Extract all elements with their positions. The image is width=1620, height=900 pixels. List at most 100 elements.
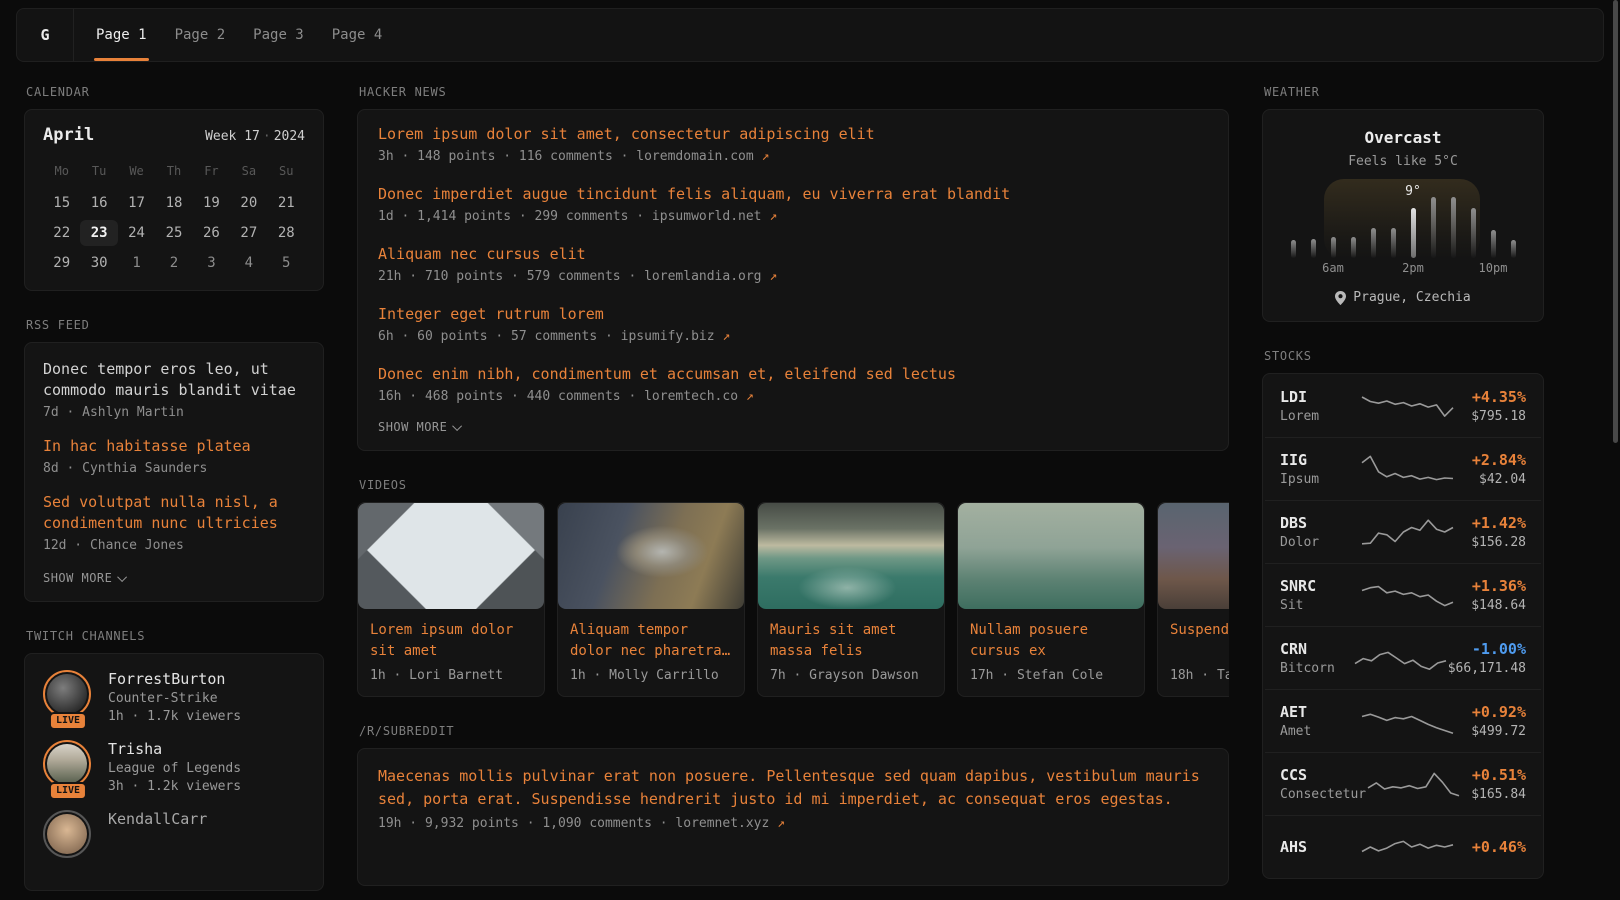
twitch-channel-row[interactable]: LIVETrishaLeague of Legends3h · 1.2k vie… [43, 740, 305, 794]
chevron-down-icon [452, 421, 462, 431]
rss-item-title[interactable]: In hac habitasse platea [43, 436, 305, 457]
videos-widget: VIDEOS Lorem ipsum dolor sit amet consec… [357, 478, 1229, 697]
stock-price: $156.28 [1455, 535, 1526, 550]
stock-row[interactable]: IIGIpsum+2.84%$42.04 [1265, 437, 1541, 500]
twitch-channel-meta: 3h · 1.2k viewers [108, 779, 241, 794]
sparkline-chart [1360, 515, 1455, 549]
rss-item-meta: 12d · Chance Jones [43, 538, 305, 553]
video-title[interactable]: Suspendisse diam [1158, 609, 1229, 662]
twitch-channel-name[interactable]: KendallCarr [108, 810, 207, 828]
rss-item: Sed volutpat nulla nisl, a condimentum n… [43, 492, 305, 553]
calendar-year: 2024 [274, 129, 305, 144]
subreddit-post-title[interactable]: Maecenas mollis pulvinar erat non posuer… [378, 765, 1208, 811]
stock-change-percent: +0.51% [1461, 766, 1526, 784]
weather-condition: Overcast [1279, 128, 1527, 147]
video-card[interactable]: Nullam posuere cursus ex17h · Stefan Col… [957, 502, 1145, 697]
calendar-weekday-header: Sa [230, 161, 267, 186]
stock-row[interactable]: SNRCSit+1.36%$148.64 [1265, 563, 1541, 626]
weather-location: Prague, Czechia [1279, 290, 1527, 305]
tab-page-1[interactable]: Page 1 [82, 9, 161, 61]
hackernews-item-title[interactable]: Integer eget rutrum lorem [378, 303, 1208, 325]
video-title[interactable]: Aliquam tempor dolor nec pharetra… [558, 609, 744, 662]
calendar-day: 19 [193, 190, 230, 216]
tab-page-2[interactable]: Page 2 [161, 9, 240, 61]
tab-page-3[interactable]: Page 3 [239, 9, 318, 61]
rss-item-title[interactable]: Sed volutpat nulla nisl, a condimentum n… [43, 492, 305, 534]
external-link-icon[interactable]: ↗ [722, 329, 730, 344]
twitch-channel-row[interactable]: LIVEForrestBurtonCounter-Strike1h · 1.7k… [43, 670, 305, 724]
video-thumbnail[interactable] [1158, 503, 1229, 609]
calendar-weekday-header: Fr [193, 161, 230, 186]
video-thumbnail[interactable] [558, 503, 744, 609]
external-link-icon[interactable]: ↗ [769, 269, 777, 284]
external-link-icon[interactable]: ↗ [769, 209, 777, 224]
calendar-day: 3 [193, 250, 230, 276]
video-title[interactable]: Nullam posuere cursus ex [958, 609, 1144, 662]
calendar-weekday-header: We [118, 161, 155, 186]
calendar-day: 5 [268, 250, 305, 276]
video-card[interactable]: Suspendisse diam18h · Tara [1157, 502, 1229, 697]
twitch-avatar-wrap: LIVE [43, 740, 93, 794]
rss-item-title[interactable]: Donec tempor eros leo, ut commodo mauris… [43, 359, 305, 401]
external-link-icon[interactable]: ↗ [777, 816, 785, 831]
weather-feels-like: Feels like 5°C [1279, 154, 1527, 169]
stock-row[interactable]: CCSConsectetur+0.51%$165.84 [1265, 752, 1541, 815]
external-link-icon[interactable]: ↗ [762, 149, 770, 164]
video-thumbnail[interactable] [958, 503, 1144, 609]
weather-bar-slot [1323, 237, 1343, 258]
weather-section-title: WEATHER [1264, 85, 1544, 99]
stock-row[interactable]: AHS+0.46% [1265, 815, 1541, 878]
video-card[interactable]: Mauris sit amet massa felis7h · Grayson … [757, 502, 945, 697]
hackernews-show-more-button[interactable]: SHOW MORE [378, 420, 1208, 434]
video-thumbnail[interactable] [358, 503, 544, 609]
weather-bar [1351, 237, 1356, 258]
stock-sparkline [1360, 452, 1455, 486]
rss-widget: RSS FEED Donec tempor eros leo, ut commo… [24, 318, 324, 602]
stock-sparkline [1353, 641, 1448, 675]
hackernews-item-title[interactable]: Donec imperdiet augue tincidunt felis al… [378, 183, 1208, 205]
sparkline-chart [1353, 641, 1448, 675]
calendar-current-day: 23 [80, 220, 117, 246]
video-meta: 1h · Lori Barnett [358, 662, 544, 696]
twitch-channel-name[interactable]: Trisha [108, 740, 241, 758]
video-title[interactable]: Lorem ipsum dolor sit amet consectetu… [358, 609, 544, 662]
weather-bars: 9° [1283, 194, 1523, 258]
stock-numbers: +0.51%$165.84 [1461, 766, 1526, 802]
twitch-channel-row[interactable]: KendallCarr [43, 810, 305, 858]
left-column: CALENDAR April Week 17·2024 MoTuWeThFrSa… [24, 85, 324, 900]
stock-numbers: +0.46% [1455, 838, 1526, 856]
twitch-channel-info: ForrestBurtonCounter-Strike1h · 1.7k vie… [108, 670, 241, 724]
video-thumbnail[interactable] [758, 503, 944, 609]
weather-location-label: Prague, Czechia [1353, 290, 1470, 305]
hackernews-item-title[interactable]: Lorem ipsum dolor sit amet, consectetur … [378, 123, 1208, 145]
rss-show-more-button[interactable]: SHOW MORE [43, 571, 305, 585]
rss-item: Donec tempor eros leo, ut commodo mauris… [43, 359, 305, 420]
video-card[interactable]: Aliquam tempor dolor nec pharetra…1h · M… [557, 502, 745, 697]
app-logo[interactable]: G [17, 9, 74, 61]
stock-sparkline [1360, 578, 1455, 612]
hackernews-item: Aliquam nec cursus elit21h · 710 points … [378, 243, 1208, 284]
hackernews-item-title[interactable]: Donec enim nibh, condimentum et accumsan… [378, 363, 1208, 385]
stock-row[interactable]: DBSDolor+1.42%$156.28 [1265, 500, 1541, 563]
weather-bar-slot: 9° [1403, 208, 1423, 258]
subreddit-post-meta: 19h · 9,932 points · 1,090 comments · lo… [378, 816, 1208, 831]
stock-row[interactable]: LDILorem+4.35%$795.18 [1265, 374, 1541, 437]
stock-change-percent: +1.42% [1455, 514, 1526, 532]
stock-price: $148.64 [1455, 598, 1526, 613]
hackernews-item: Donec enim nibh, condimentum et accumsan… [378, 363, 1208, 404]
hackernews-item-meta: 1d · 1,414 points · 299 comments · ipsum… [378, 209, 1208, 224]
stock-symbol: CCS [1280, 766, 1366, 784]
calendar-day: 18 [155, 190, 192, 216]
twitch-channel-name[interactable]: ForrestBurton [108, 670, 241, 688]
sparkline-chart [1360, 578, 1455, 612]
page-scrollbar-thumb[interactable] [1613, 0, 1618, 443]
hackernews-item-title[interactable]: Aliquam nec cursus elit [378, 243, 1208, 265]
tab-page-4[interactable]: Page 4 [318, 9, 397, 61]
weather-bar [1511, 240, 1516, 258]
stock-name: Bitcorn [1280, 661, 1353, 676]
video-title[interactable]: Mauris sit amet massa felis [758, 609, 944, 662]
stock-row[interactable]: AETAmet+0.92%$499.72 [1265, 689, 1541, 752]
video-card[interactable]: Lorem ipsum dolor sit amet consectetu…1h… [357, 502, 545, 697]
stock-row[interactable]: CRNBitcorn-1.00%$66,171.48 [1265, 626, 1541, 689]
external-link-icon[interactable]: ↗ [746, 389, 754, 404]
